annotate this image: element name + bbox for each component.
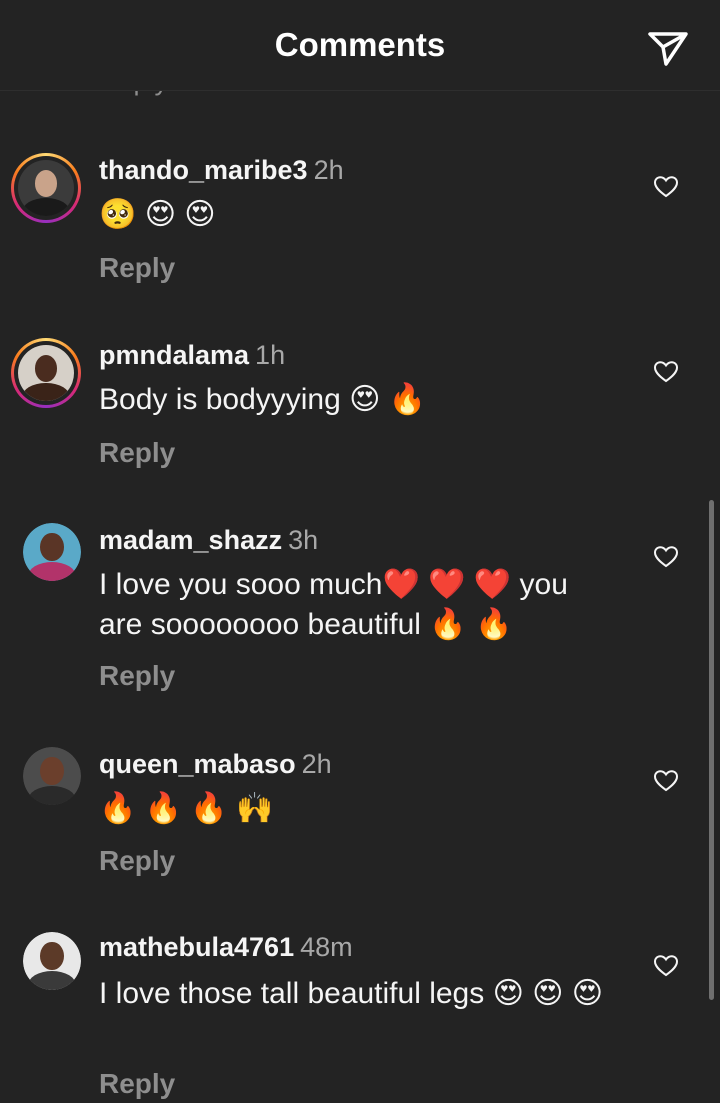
reply-button[interactable]: Reply [99, 660, 175, 692]
comment-text: 🔥 🔥 🔥 🙌 [99, 792, 274, 825]
comment-text: I love those tall beautiful legs 😍 😍 😍 [99, 977, 604, 1010]
comment-username[interactable]: queen_mabaso [99, 749, 296, 779]
comment-timestamp: 2h [313, 155, 344, 185]
heart-icon[interactable] [654, 176, 678, 198]
avatar[interactable] [23, 932, 81, 990]
comment-timestamp: 48m [300, 932, 353, 962]
comment-username[interactable]: thando_maribe3 [99, 155, 308, 185]
reply-button[interactable]: Reply [99, 845, 175, 877]
heart-icon[interactable] [654, 770, 678, 792]
heart-icon[interactable] [654, 361, 678, 383]
comment-username[interactable]: mathebula4761 [99, 932, 294, 962]
comment-username[interactable]: madam_shazz [99, 525, 282, 555]
comment-timestamp: 1h [255, 340, 286, 370]
reply-button[interactable]: Reply [99, 252, 175, 284]
avatar[interactable] [11, 153, 81, 223]
comment-text: 🥺 😍 😍 [99, 198, 216, 231]
comment-timestamp: 2h [301, 749, 332, 779]
heart-icon[interactable] [654, 546, 678, 568]
comment-text: I love you sooo much❤️ ❤️ ❤️ you are soo… [99, 568, 568, 641]
reply-button[interactable]: Reply [99, 437, 175, 469]
avatar[interactable] [11, 338, 81, 408]
scrollbar[interactable] [709, 500, 714, 1000]
avatar[interactable] [23, 523, 81, 581]
comment-timestamp: 3h [288, 525, 319, 555]
comment-username[interactable]: pmndalama [99, 340, 249, 370]
comment-text: Body is bodyyying 😍 🔥 [99, 383, 427, 416]
comments-header: Comments [0, 0, 720, 91]
reply-button[interactable]: Reply [99, 1068, 175, 1100]
paper-plane-icon[interactable] [644, 26, 692, 70]
comments-list[interactable]: Reply thando_maribe32h 🥺 😍 😍 Reply [0, 0, 720, 1103]
page-title: Comments [274, 26, 446, 63]
avatar[interactable] [23, 747, 81, 805]
heart-icon[interactable] [654, 955, 678, 977]
